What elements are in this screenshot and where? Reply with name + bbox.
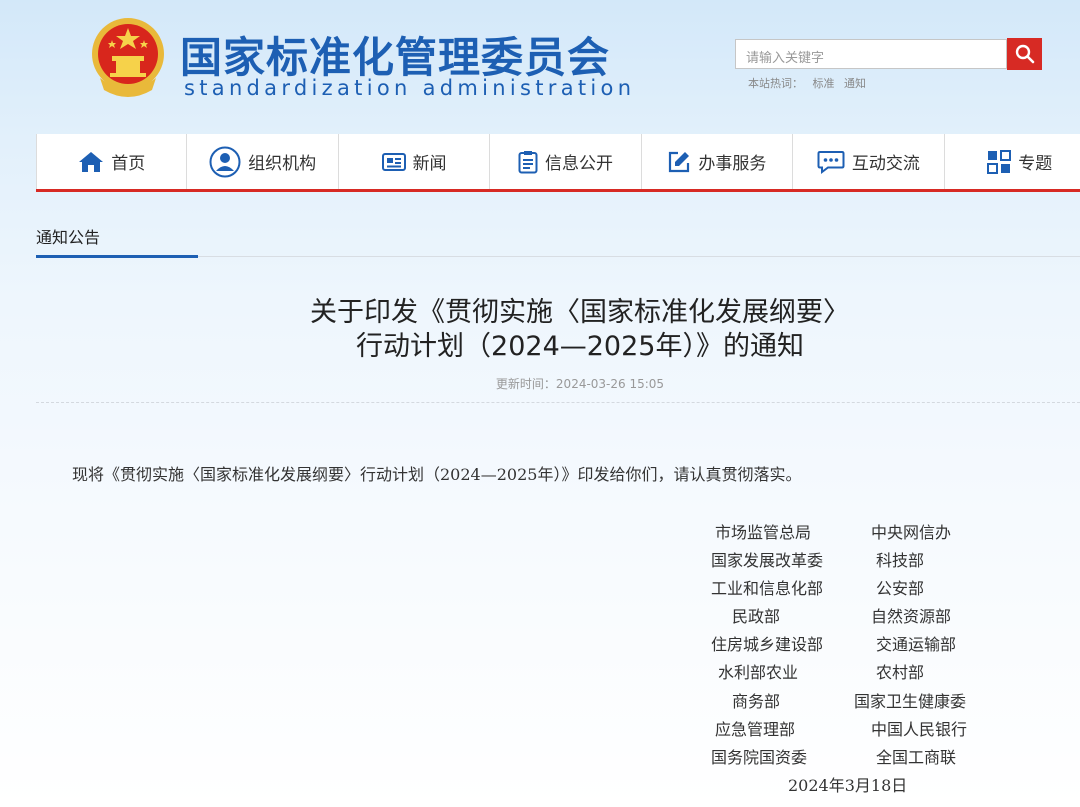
- hotwords-label: 本站热词：: [748, 77, 803, 90]
- nav-item-news[interactable]: 新闻: [339, 134, 491, 189]
- nav-item-interaction[interactable]: 互动交流: [793, 134, 945, 189]
- signatory: 应急管理部: [715, 720, 796, 739]
- nav-item-label: 办事服务: [698, 154, 767, 174]
- breadcrumb-active-underline: [36, 255, 198, 258]
- signatory: 国务院国资委: [711, 748, 808, 767]
- signatory: 商务部: [732, 692, 781, 711]
- person-icon: [209, 146, 241, 177]
- signatory: 中央网信办: [871, 523, 952, 542]
- title-divider: [36, 402, 1080, 403]
- nav-item-label: 互动交流: [851, 154, 920, 174]
- article-body: 现将《贯彻实施〈国家标准化发展纲要〉行动计划（2024—2025年）》印发给你们…: [72, 465, 802, 484]
- hotwords: 本站热词： 标准 通知: [748, 75, 872, 91]
- nav-item-home[interactable]: 首页: [36, 134, 188, 189]
- nav-item-label: 组织机构: [248, 154, 317, 174]
- hotword-link[interactable]: 标准: [813, 77, 835, 90]
- search-input[interactable]: 请输入关键字: [735, 39, 1007, 69]
- signatory: 中国人民银行: [871, 720, 968, 739]
- breadcrumb[interactable]: 通知公告: [36, 224, 100, 248]
- signatory: 民政部: [732, 607, 781, 626]
- chat-icon: [817, 150, 845, 174]
- signatory: 公安部: [876, 579, 925, 598]
- signatory: 国家发展改革委: [711, 551, 824, 570]
- nav-item-services[interactable]: 办事服务: [642, 134, 794, 189]
- signatory: 全国工商联: [876, 748, 957, 767]
- signatory: 农村部: [876, 663, 925, 682]
- article-title: 关于印发《贯彻实施〈国家标准化发展纲要〉 行动计划（2024—2025年）》的通…: [200, 296, 960, 364]
- nav-item-info-disclosure[interactable]: 信息公开: [490, 134, 642, 189]
- topics-icon: [987, 149, 1012, 174]
- signatory: 国家卫生健康委: [854, 692, 967, 711]
- signatory: 自然资源部: [871, 607, 952, 626]
- search-button[interactable]: [1007, 38, 1042, 70]
- nav-item-label: 专题: [1018, 154, 1053, 174]
- main-nav: 首页 组织机构 新闻 信息公开 办事服务 互动交流 专题: [36, 134, 1080, 192]
- clipboard-icon: [518, 150, 538, 173]
- signature-date: 2024年3月18日: [788, 776, 908, 795]
- nav-item-organization[interactable]: 组织机构: [187, 134, 339, 189]
- signatory: 科技部: [876, 551, 925, 570]
- article-title-line1: 关于印发《贯彻实施〈国家标准化发展纲要〉: [310, 297, 850, 328]
- article-title-line2: 行动计划（2024—2025年）》的通知: [356, 331, 804, 362]
- hotword-link[interactable]: 通知: [844, 77, 866, 90]
- signatory: 市场监管总局: [715, 523, 812, 542]
- nav-item-label: 信息公开: [544, 154, 613, 174]
- newspaper-icon: [381, 152, 406, 171]
- signatory: 交通运输部: [876, 635, 957, 654]
- nav-item-topics[interactable]: 专题: [945, 134, 1080, 189]
- update-time: 更新时间：2024-03-26 15:05: [495, 377, 665, 391]
- signatory: 工业和信息化部: [711, 579, 824, 598]
- signatory: 住房城乡建设部: [711, 635, 824, 654]
- site-name-en: standardization administration: [184, 76, 636, 100]
- site-header: 国家标准化管理委员会 standardization administratio…: [0, 0, 1080, 135]
- search-icon: [1015, 44, 1034, 64]
- nav-item-label: 新闻: [412, 154, 447, 174]
- home-icon: [79, 151, 104, 172]
- nav-item-label: 首页: [111, 154, 146, 174]
- signatory: 水利部农业: [718, 663, 799, 682]
- edit-icon: [669, 151, 690, 172]
- national-emblem-icon: [92, 18, 164, 97]
